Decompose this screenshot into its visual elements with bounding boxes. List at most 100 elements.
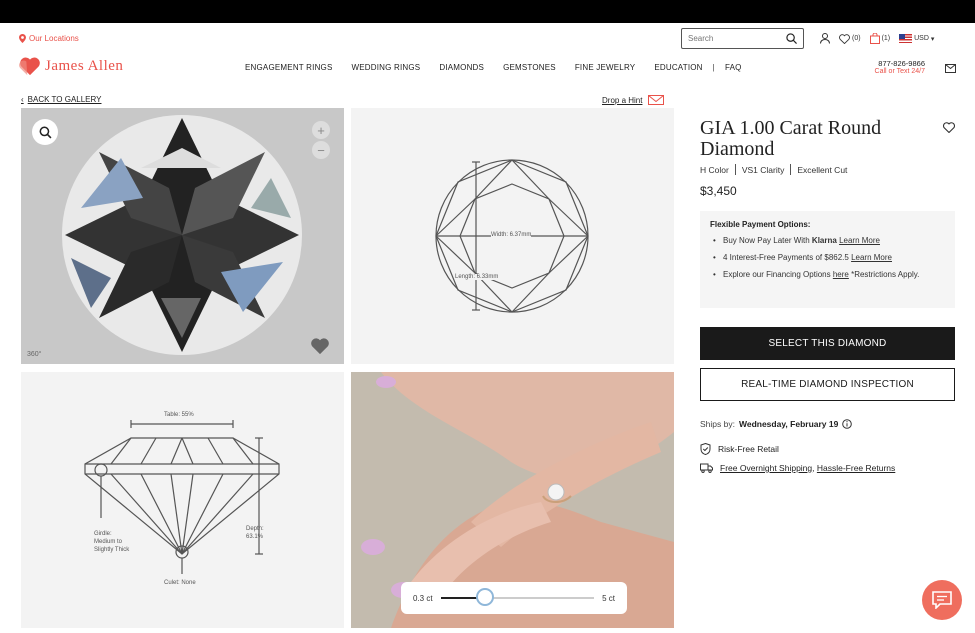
ships-by-label: Ships by: bbox=[700, 419, 735, 429]
wishlist-button[interactable]: (0) bbox=[839, 33, 861, 44]
utility-icons: (0) (1) USD ▾ bbox=[820, 33, 934, 44]
heart-icon bbox=[839, 33, 850, 44]
payment-item-financing: Explore our Financing Options here *Rest… bbox=[710, 269, 945, 281]
chevron-down-icon: ▾ bbox=[930, 35, 935, 43]
account-icon[interactable] bbox=[820, 33, 830, 44]
shield-check-icon bbox=[700, 443, 711, 455]
mail-icon[interactable] bbox=[945, 64, 956, 73]
profile-diagram-tile[interactable]: Table: 55% Girdle: Medium to Slightly Th… bbox=[21, 372, 344, 628]
main-navigation: James Allen ENGAGEMENT RINGS WEDDING RIN… bbox=[0, 56, 975, 82]
location-pin-icon bbox=[19, 34, 26, 43]
slider-thumb[interactable] bbox=[476, 588, 495, 606]
contact-phone[interactable]: 877-826-9866 Call or Text 24/7 bbox=[867, 59, 925, 75]
hassle-free-returns-link[interactable]: Hassle-Free Returns bbox=[817, 463, 895, 473]
diamond-image bbox=[62, 115, 302, 355]
chat-button[interactable] bbox=[922, 580, 962, 620]
shopping-bag-icon bbox=[869, 33, 880, 44]
depth-label: Depth: 63.1% bbox=[246, 525, 264, 541]
truck-icon bbox=[700, 463, 713, 473]
ships-by: Ships by: Wednesday, February 19 bbox=[700, 419, 853, 429]
girdle-label-line: Medium to bbox=[94, 539, 123, 545]
culet-label: Culet: None bbox=[164, 580, 196, 586]
brand-name: James Allen bbox=[45, 57, 124, 74]
top-black-bar bbox=[0, 0, 975, 23]
nav-faq[interactable]: FAQ bbox=[725, 63, 742, 72]
profile-view-diagram bbox=[84, 420, 280, 574]
chat-bubble-icon bbox=[932, 591, 952, 609]
nav-diamonds[interactable]: DIAMONDS bbox=[439, 63, 484, 72]
search-input[interactable] bbox=[688, 34, 783, 43]
payment-text: 4 Interest-Free Payments of $862.5 bbox=[723, 253, 852, 262]
girdle-label-line: Girdle: bbox=[94, 531, 112, 537]
carat-size-slider[interactable]: 0.3 ct 5 ct bbox=[401, 582, 627, 614]
nav-wedding-rings[interactable]: WEDDING RINGS bbox=[352, 63, 421, 72]
magnifier-icon bbox=[39, 126, 51, 138]
product-specs: H Color VS1 Clarity Excellent Cut bbox=[700, 164, 955, 175]
wishlist-count: (0) bbox=[852, 35, 861, 42]
installments-learn-more-link[interactable]: Learn More bbox=[851, 253, 892, 262]
diamond-photo-tile[interactable]: + − 360° bbox=[21, 108, 344, 364]
real-time-inspection-button[interactable]: REAL-TIME DIAMOND INSPECTION bbox=[700, 368, 955, 401]
brand-logo[interactable]: James Allen bbox=[19, 56, 123, 76]
our-locations-label: Our Locations bbox=[29, 34, 79, 43]
financing-here-link[interactable]: here bbox=[833, 270, 849, 279]
back-to-gallery-link[interactable]: ‹ BACK TO GALLERY bbox=[21, 95, 101, 104]
slider-max-label: 5 ct bbox=[602, 593, 615, 603]
nav-fine-jewelry[interactable]: FINE JEWELRY bbox=[575, 63, 636, 72]
zoom-in-button[interactable]: + bbox=[312, 121, 330, 139]
risk-free-retail: Risk-Free Retail bbox=[700, 443, 779, 455]
nav-education[interactable]: EDUCATION bbox=[654, 63, 702, 72]
slider-min-label: 0.3 ct bbox=[413, 593, 433, 603]
klarna-learn-more-link[interactable]: Learn More bbox=[839, 236, 880, 245]
girdle-label-line: Slightly Thick bbox=[94, 547, 130, 553]
info-icon[interactable] bbox=[842, 419, 853, 429]
chevron-left-icon: ‹ bbox=[21, 95, 24, 104]
free-shipping-link[interactable]: Free Overnight Shipping bbox=[720, 463, 812, 473]
spec-divider bbox=[790, 164, 792, 175]
zoom-out-button[interactable]: − bbox=[312, 141, 330, 159]
drop-a-hint-link[interactable]: Drop a Hint bbox=[602, 95, 665, 105]
search-icon[interactable] bbox=[786, 33, 797, 44]
on-hand-photo-tile[interactable]: 0.3 ct 5 ct bbox=[351, 372, 674, 628]
product-price: $3,450 bbox=[700, 184, 737, 198]
wishlist-heart-icon[interactable] bbox=[943, 122, 955, 133]
ships-by-date: Wednesday, February 19 bbox=[738, 419, 839, 429]
payment-text: Buy Now Pay Later With bbox=[723, 236, 812, 245]
shipping-returns: Free Overnight Shipping, Hassle-Free Ret… bbox=[700, 463, 895, 473]
spec-divider bbox=[734, 164, 736, 175]
cart-button[interactable]: (1) bbox=[869, 33, 890, 44]
us-flag-icon bbox=[899, 34, 913, 43]
table-label: Table: 55% bbox=[164, 412, 194, 418]
width-label: Width: 6.37mm bbox=[491, 232, 532, 238]
currency-label: USD bbox=[914, 35, 929, 42]
payment-heading: Flexible Payment Options: bbox=[710, 220, 811, 229]
back-to-gallery-label: BACK TO GALLERY bbox=[27, 95, 102, 104]
utility-bar: Our Locations (0) (1) USD ▾ bbox=[0, 28, 975, 52]
nav-engagement-rings[interactable]: ENGAGEMENT RINGS bbox=[245, 63, 333, 72]
zoom-button[interactable] bbox=[32, 119, 58, 145]
top-view-diagram-tile[interactable]: Width: 6.37mm Length: 6.33mm bbox=[351, 108, 674, 364]
klarna-label: Klarna bbox=[811, 236, 837, 245]
our-locations-link[interactable]: Our Locations bbox=[19, 34, 79, 43]
shipping-links: Free Overnight Shipping, Hassle-Free Ret… bbox=[720, 463, 895, 473]
currency-selector[interactable]: USD ▾ bbox=[899, 34, 934, 43]
spec-color: H Color bbox=[700, 164, 729, 175]
heart-logo-icon bbox=[19, 57, 40, 76]
360-view-badge[interactable]: 360° bbox=[27, 351, 41, 358]
select-diamond-button[interactable]: SELECT THIS DIAMOND bbox=[700, 327, 955, 360]
payment-text: Explore our Financing Options bbox=[723, 270, 833, 279]
product-info: GIA 1.00 Carat Round Diamond H Color VS1… bbox=[700, 118, 955, 198]
spec-clarity: VS1 Clarity bbox=[741, 164, 785, 175]
risk-free-label: Risk-Free Retail bbox=[718, 444, 779, 454]
search-box[interactable] bbox=[681, 28, 804, 49]
sub-bar: ‹ BACK TO GALLERY Drop a Hint bbox=[0, 94, 975, 108]
phone-cta: Call or Text 24/7 bbox=[874, 68, 925, 75]
payment-list: Buy Now Pay Later With Klarna Learn More… bbox=[710, 235, 945, 281]
drop-a-hint-label: Drop a Hint bbox=[602, 95, 643, 105]
payment-text: *Restrictions Apply. bbox=[848, 270, 920, 279]
length-label: Length: 6.33mm bbox=[455, 274, 499, 280]
slider-track[interactable] bbox=[440, 588, 595, 606]
product-title: GIA 1.00 Carat Round Diamond bbox=[700, 117, 882, 160]
payment-item-installments: 4 Interest-Free Payments of $862.5 Learn… bbox=[710, 252, 945, 264]
nav-gemstones[interactable]: GEMSTONES bbox=[503, 63, 556, 72]
